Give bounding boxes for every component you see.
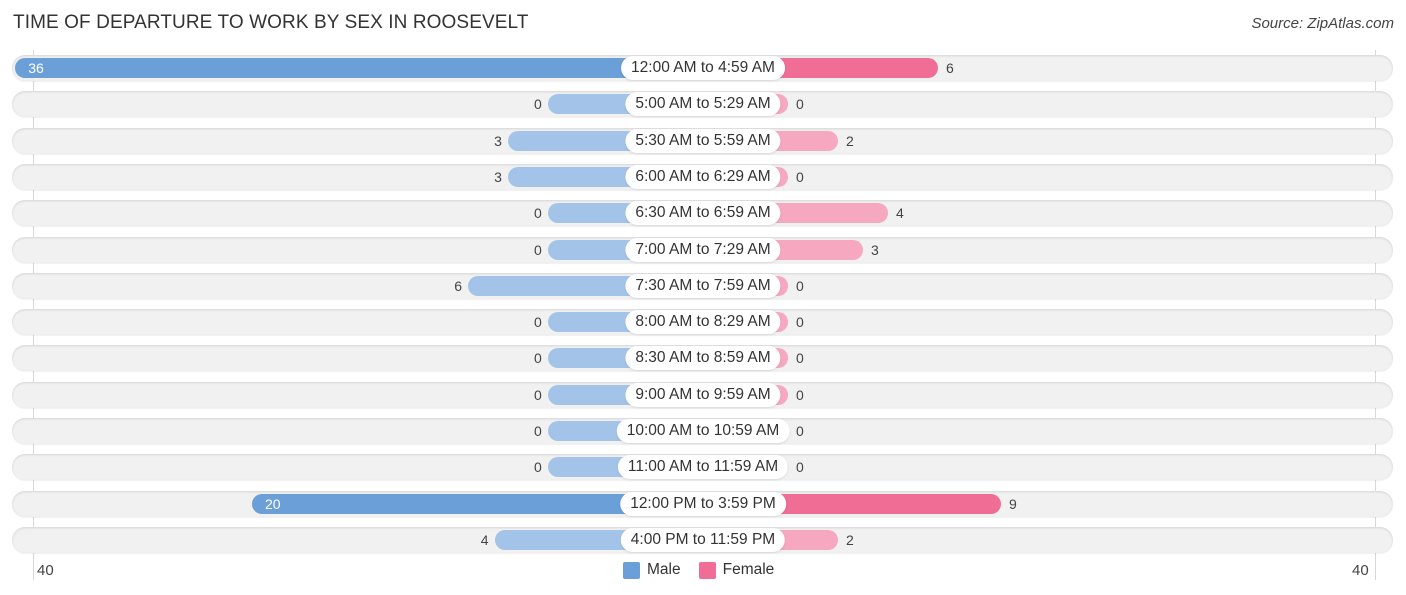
value-label-female: 2 xyxy=(846,132,854,149)
value-label-female: 0 xyxy=(796,350,804,367)
value-label-male: 6 xyxy=(454,277,462,294)
value-label-male: 3 xyxy=(494,132,502,149)
legend-label-female: Female xyxy=(722,561,775,578)
chart-root: TIME OF DEPARTURE TO WORK BY SEX IN ROOS… xyxy=(0,0,1406,595)
value-label-female: 0 xyxy=(796,96,804,113)
value-label-male: 0 xyxy=(534,96,542,113)
value-label-male: 0 xyxy=(534,314,542,331)
category-label: 6:00 AM to 6:29 AM xyxy=(625,164,781,189)
category-label: 4:00 PM to 11:59 PM xyxy=(620,527,786,552)
category-label: 6:30 AM to 6:59 AM xyxy=(625,201,781,226)
value-label-female: 0 xyxy=(796,459,804,476)
value-label-male: 20 xyxy=(265,495,281,512)
value-label-female: 0 xyxy=(796,423,804,439)
legend-item-female: Female xyxy=(698,561,775,579)
value-label-female: 2 xyxy=(846,531,854,548)
value-label-male: 0 xyxy=(534,241,542,258)
value-label-female: 0 xyxy=(796,314,804,331)
category-label: 7:00 AM to 7:29 AM xyxy=(625,237,781,262)
axis-tick-left: 40 xyxy=(37,562,54,579)
value-label-female: 0 xyxy=(796,386,804,403)
bar-male xyxy=(15,58,703,78)
legend-swatch-female xyxy=(698,561,716,579)
category-label: 7:30 AM to 7:59 AM xyxy=(625,273,781,298)
legend-swatch-male xyxy=(623,561,640,579)
category-label: 10:00 AM to 10:59 AM xyxy=(616,419,790,443)
category-label: 8:30 AM to 8:59 AM xyxy=(625,346,781,371)
value-label-female: 9 xyxy=(1009,495,1017,512)
value-label-male: 0 xyxy=(534,205,542,222)
category-label: 12:00 AM to 4:59 AM xyxy=(621,56,785,80)
value-label-male: 0 xyxy=(534,350,542,367)
value-label-male: 0 xyxy=(534,423,542,439)
chart-title: TIME OF DEPARTURE TO WORK BY SEX IN ROOS… xyxy=(13,12,529,33)
value-label-female: 0 xyxy=(796,277,804,294)
category-label: 5:00 AM to 5:29 AM xyxy=(625,92,781,117)
category-label: 8:00 AM to 8:29 AM xyxy=(625,310,781,335)
axis-tick-right: 40 xyxy=(1352,562,1369,579)
value-label-female: 6 xyxy=(946,60,954,76)
legend-item-male: Male xyxy=(623,561,681,579)
category-label: 9:00 AM to 9:59 AM xyxy=(625,382,781,407)
category-label: 12:00 PM to 3:59 PM xyxy=(620,491,786,516)
chart-source: Source: ZipAtlas.com xyxy=(1251,15,1394,32)
value-label-male: 4 xyxy=(480,531,489,548)
value-label-male: 0 xyxy=(534,459,542,476)
value-label-female: 0 xyxy=(796,168,804,185)
category-label: 5:30 AM to 5:59 AM xyxy=(625,128,781,153)
value-label-male: 3 xyxy=(494,168,502,185)
value-label-female: 3 xyxy=(871,241,879,258)
value-label-female: 4 xyxy=(896,205,904,222)
legend: Male Female xyxy=(623,561,792,579)
value-label-male: 36 xyxy=(28,60,44,76)
legend-label-male: Male xyxy=(647,561,681,578)
value-label-male: 0 xyxy=(534,386,542,403)
category-label: 11:00 AM to 11:59 AM xyxy=(617,455,789,480)
